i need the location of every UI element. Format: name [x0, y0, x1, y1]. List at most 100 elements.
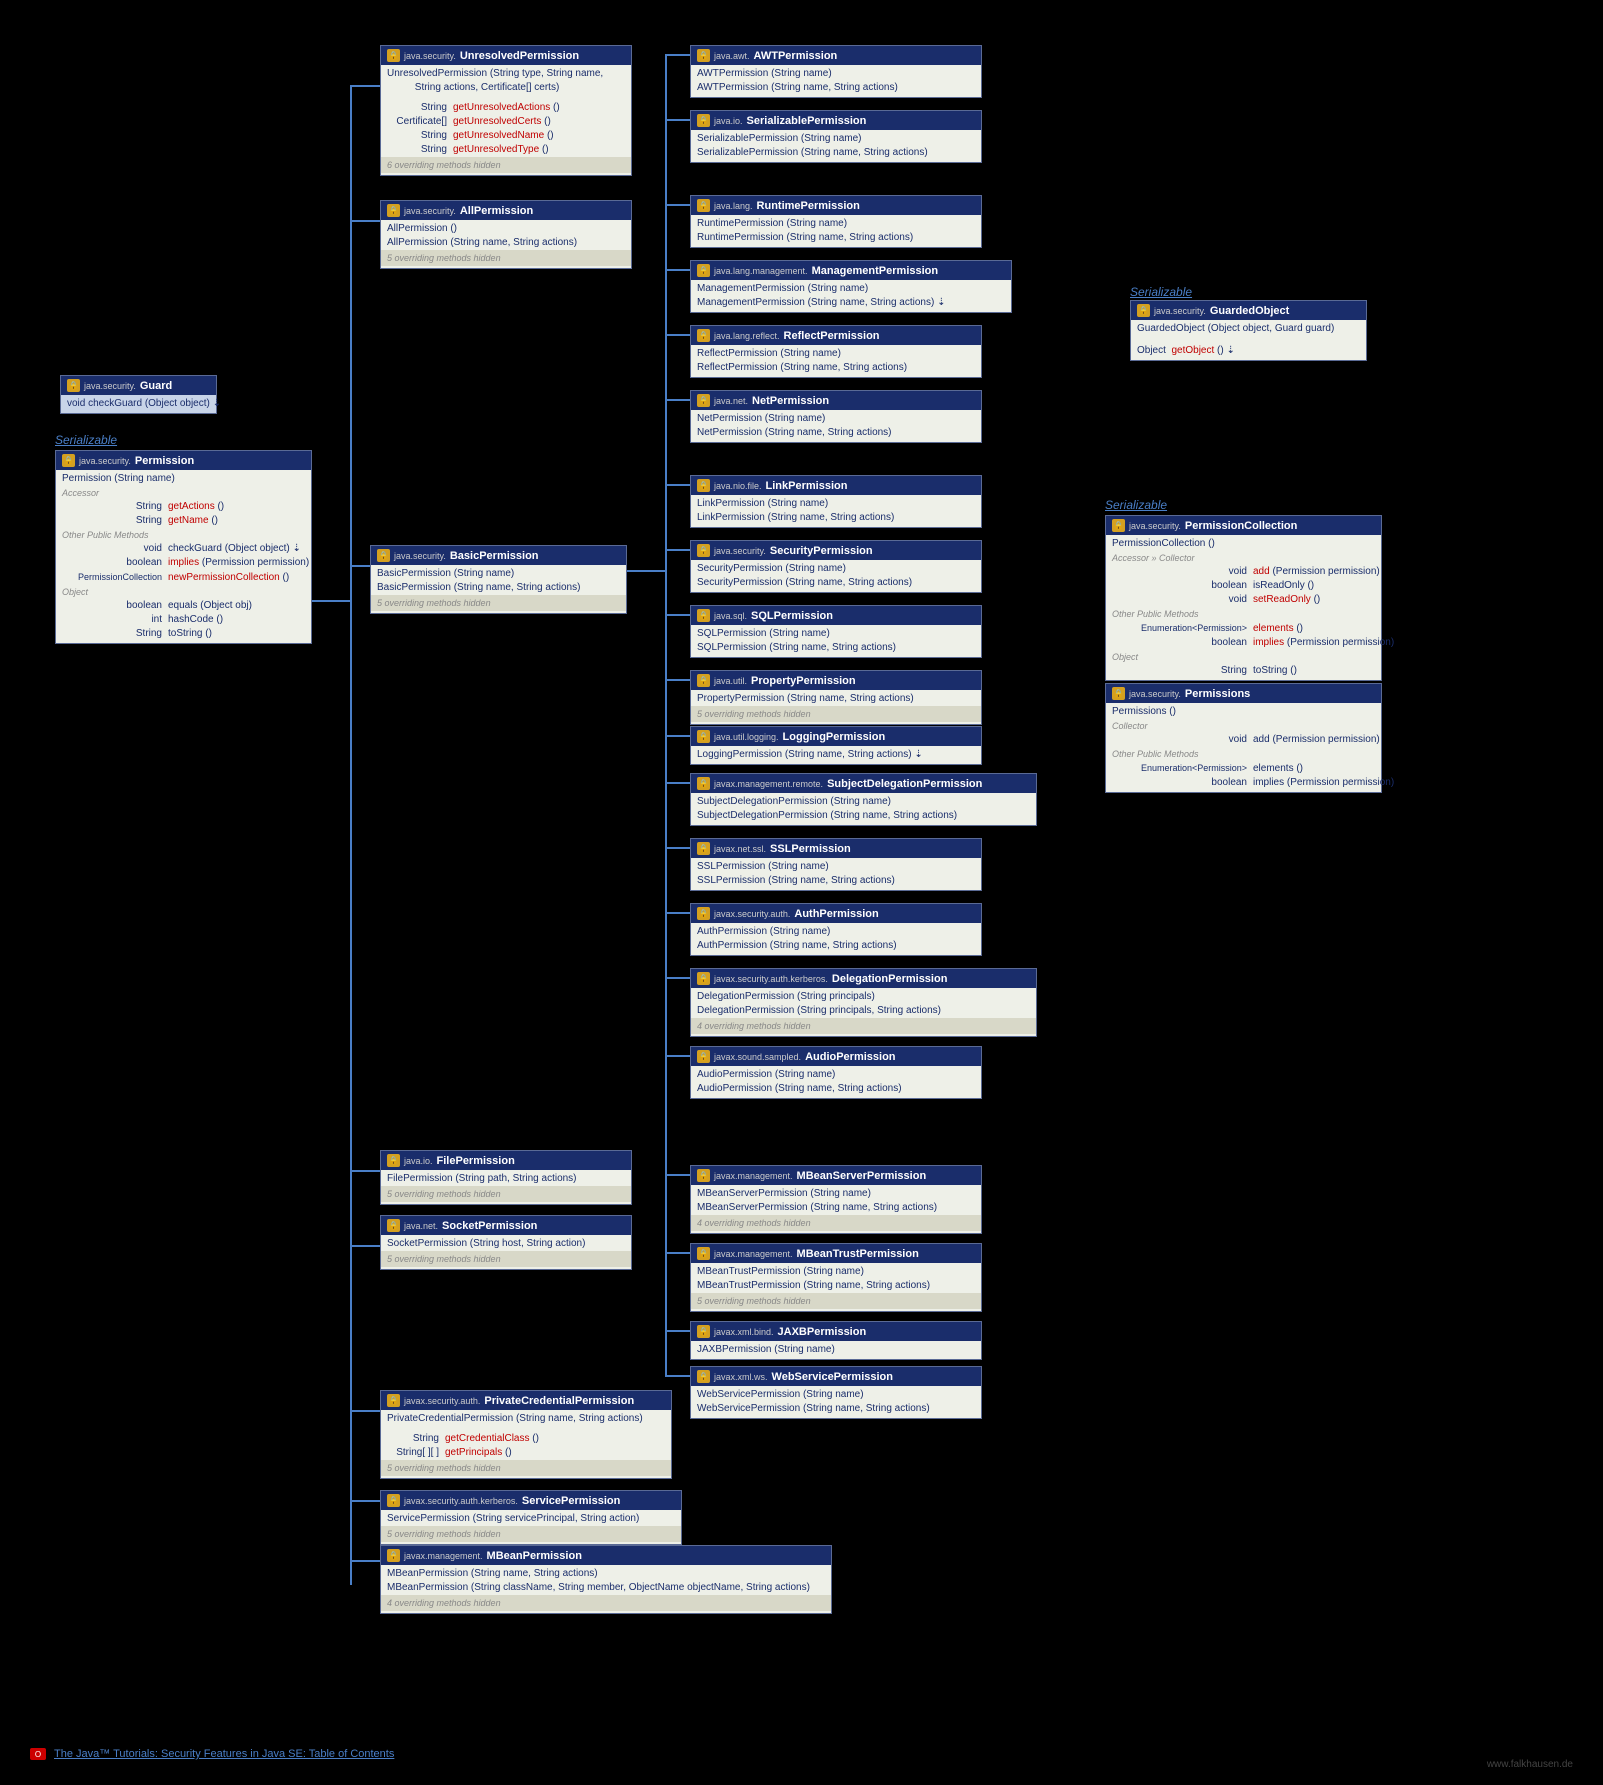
class-name[interactable]: Permissions	[1185, 688, 1250, 700]
constructor[interactable]: ServicePermission (String servicePrincip…	[381, 1512, 681, 1526]
footer-link-text[interactable]: The Java™ Tutorials: Security Features i…	[54, 1748, 394, 1760]
constructor[interactable]: RuntimePermission (String name, String a…	[691, 231, 981, 245]
constructor[interactable]: SerializablePermission (String name, Str…	[691, 146, 981, 160]
constructor[interactable]: MBeanTrustPermission (String name, Strin…	[691, 1279, 981, 1293]
method[interactable]: booleanisReadOnly ()	[1106, 579, 1381, 593]
constructor[interactable]: UnresolvedPermission (String type, Strin…	[381, 67, 631, 95]
constructor[interactable]: GuardedObject (Object object, Guard guar…	[1131, 322, 1366, 336]
constructor[interactable]: MBeanTrustPermission (String name)	[691, 1265, 981, 1279]
class-name[interactable]: PrivateCredentialPermission	[484, 1395, 634, 1407]
constructor[interactable]: SSLPermission (String name, String actio…	[691, 874, 981, 888]
constructor[interactable]: ManagementPermission (String name, Strin…	[691, 296, 1011, 310]
constructor[interactable]: Permissions ()	[1106, 705, 1381, 719]
constructor[interactable]: BasicPermission (String name, String act…	[371, 581, 626, 595]
constructor[interactable]: AWTPermission (String name, String actio…	[691, 81, 981, 95]
class-name[interactable]: ManagementPermission	[812, 265, 939, 277]
method[interactable]: booleanimplies (Permission permission)	[1106, 776, 1381, 790]
constructor[interactable]: BasicPermission (String name)	[371, 567, 626, 581]
class-name[interactable]: DelegationPermission	[832, 973, 948, 985]
constructor[interactable]: FilePermission (String path, String acti…	[381, 1172, 631, 1186]
class-name[interactable]: MBeanTrustPermission	[797, 1248, 919, 1260]
constructor[interactable]: MBeanServerPermission (String name)	[691, 1187, 981, 1201]
constructor[interactable]: AWTPermission (String name)	[691, 67, 981, 81]
method[interactable]: StringgetName ()	[56, 514, 311, 528]
class-name[interactable]: SecurityPermission	[770, 545, 873, 557]
method[interactable]: PermissionCollectionnewPermissionCollect…	[56, 570, 311, 585]
method[interactable]: voidcheckGuard (Object object) ⇣	[56, 542, 311, 556]
method[interactable]: StringgetUnresolvedType ()	[381, 143, 631, 157]
constructor[interactable]: AuthPermission (String name, String acti…	[691, 939, 981, 953]
class-name[interactable]: SSLPermission	[770, 843, 851, 855]
method[interactable]: StringgetUnresolvedActions ()	[381, 101, 631, 115]
class-name[interactable]: SubjectDelegationPermission	[827, 778, 982, 790]
method[interactable]: Certificate[]getUnresolvedCerts ()	[381, 115, 631, 129]
method[interactable]: Enumeration<Permission>elements ()	[1106, 761, 1381, 776]
constructor[interactable]: RuntimePermission (String name)	[691, 217, 981, 231]
method[interactable]: booleanimplies (Permission permission)	[1106, 636, 1381, 650]
constructor[interactable]: MBeanPermission (String name, String act…	[381, 1567, 831, 1581]
class-name[interactable]: Guard	[140, 380, 172, 392]
method[interactable]: inthashCode ()	[56, 613, 311, 627]
method[interactable]: StringtoString ()	[1106, 664, 1381, 678]
constructor[interactable]: LinkPermission (String name, String acti…	[691, 511, 981, 525]
constructor[interactable]: SerializablePermission (String name)	[691, 132, 981, 146]
class-name[interactable]: FilePermission	[437, 1155, 515, 1167]
constructor[interactable]: DelegationPermission (String principals)	[691, 990, 1036, 1004]
method[interactable]: voidadd (Permission permission)	[1106, 565, 1381, 579]
constructor[interactable]: LinkPermission (String name)	[691, 497, 981, 511]
class-name[interactable]: AuthPermission	[794, 908, 878, 920]
constructor[interactable]: DelegationPermission (String principals,…	[691, 1004, 1036, 1018]
class-name[interactable]: LoggingPermission	[783, 731, 886, 743]
class-name[interactable]: AWTPermission	[754, 50, 838, 62]
constructor[interactable]: JAXBPermission (String name)	[691, 1343, 981, 1357]
constructor[interactable]: ReflectPermission (String name)	[691, 347, 981, 361]
constructor[interactable]: WebServicePermission (String name)	[691, 1388, 981, 1402]
class-name[interactable]: AllPermission	[460, 205, 533, 217]
class-name[interactable]: WebServicePermission	[772, 1371, 893, 1383]
method[interactable]: StringgetCredentialClass ()	[381, 1432, 671, 1446]
constructor[interactable]: Permission (String name)	[56, 472, 311, 486]
method[interactable]: StringgetActions ()	[56, 500, 311, 514]
constructor[interactable]: SubjectDelegationPermission (String name…	[691, 795, 1036, 809]
class-name[interactable]: PropertyPermission	[751, 675, 856, 687]
class-name[interactable]: RuntimePermission	[757, 200, 860, 212]
method[interactable]: StringgetUnresolvedName ()	[381, 129, 631, 143]
footer-link[interactable]: O The Java™ Tutorials: Security Features…	[30, 1748, 394, 1760]
constructor[interactable]: AllPermission ()	[381, 222, 631, 236]
serializable-label[interactable]: Serializable	[1105, 498, 1167, 512]
constructor[interactable]: AudioPermission (String name, String act…	[691, 1082, 981, 1096]
method[interactable]: booleanimplies (Permission permission)	[56, 556, 311, 570]
method[interactable]: StringtoString ()	[56, 627, 311, 641]
class-name[interactable]: Permission	[135, 455, 194, 467]
method[interactable]: Enumeration<Permission>elements ()	[1106, 621, 1381, 636]
class-name[interactable]: ServicePermission	[522, 1495, 620, 1507]
method[interactable]: voidsetReadOnly ()	[1106, 593, 1381, 607]
class-name[interactable]: MBeanPermission	[487, 1550, 582, 1562]
class-name[interactable]: BasicPermission	[450, 550, 539, 562]
class-name[interactable]: ReflectPermission	[784, 330, 880, 342]
class-name[interactable]: NetPermission	[752, 395, 829, 407]
constructor[interactable]: AudioPermission (String name)	[691, 1068, 981, 1082]
constructor[interactable]: AuthPermission (String name)	[691, 925, 981, 939]
constructor[interactable]: ManagementPermission (String name)	[691, 282, 1011, 296]
class-name[interactable]: LinkPermission	[766, 480, 848, 492]
constructor[interactable]: SecurityPermission (String name)	[691, 562, 981, 576]
constructor[interactable]: ReflectPermission (String name, String a…	[691, 361, 981, 375]
constructor[interactable]: AllPermission (String name, String actio…	[381, 236, 631, 250]
class-name[interactable]: SocketPermission	[442, 1220, 537, 1232]
class-name[interactable]: UnresolvedPermission	[460, 50, 579, 62]
constructor[interactable]: SSLPermission (String name)	[691, 860, 981, 874]
constructor[interactable]: SQLPermission (String name)	[691, 627, 981, 641]
constructor[interactable]: MBeanServerPermission (String name, Stri…	[691, 1201, 981, 1215]
method[interactable]: String[ ][ ]getPrincipals ()	[381, 1446, 671, 1460]
constructor[interactable]: PermissionCollection ()	[1106, 537, 1381, 551]
constructor[interactable]: MBeanPermission (String className, Strin…	[381, 1581, 831, 1595]
constructor[interactable]: NetPermission (String name)	[691, 412, 981, 426]
constructor[interactable]: SocketPermission (String host, String ac…	[381, 1237, 631, 1251]
constructor[interactable]: PrivateCredentialPermission (String name…	[381, 1412, 671, 1426]
serializable-label[interactable]: Serializable	[1130, 285, 1192, 299]
constructor[interactable]: SecurityPermission (String name, String …	[691, 576, 981, 590]
constructor[interactable]: NetPermission (String name, String actio…	[691, 426, 981, 440]
constructor[interactable]: WebServicePermission (String name, Strin…	[691, 1402, 981, 1416]
class-name[interactable]: JAXBPermission	[778, 1326, 867, 1338]
